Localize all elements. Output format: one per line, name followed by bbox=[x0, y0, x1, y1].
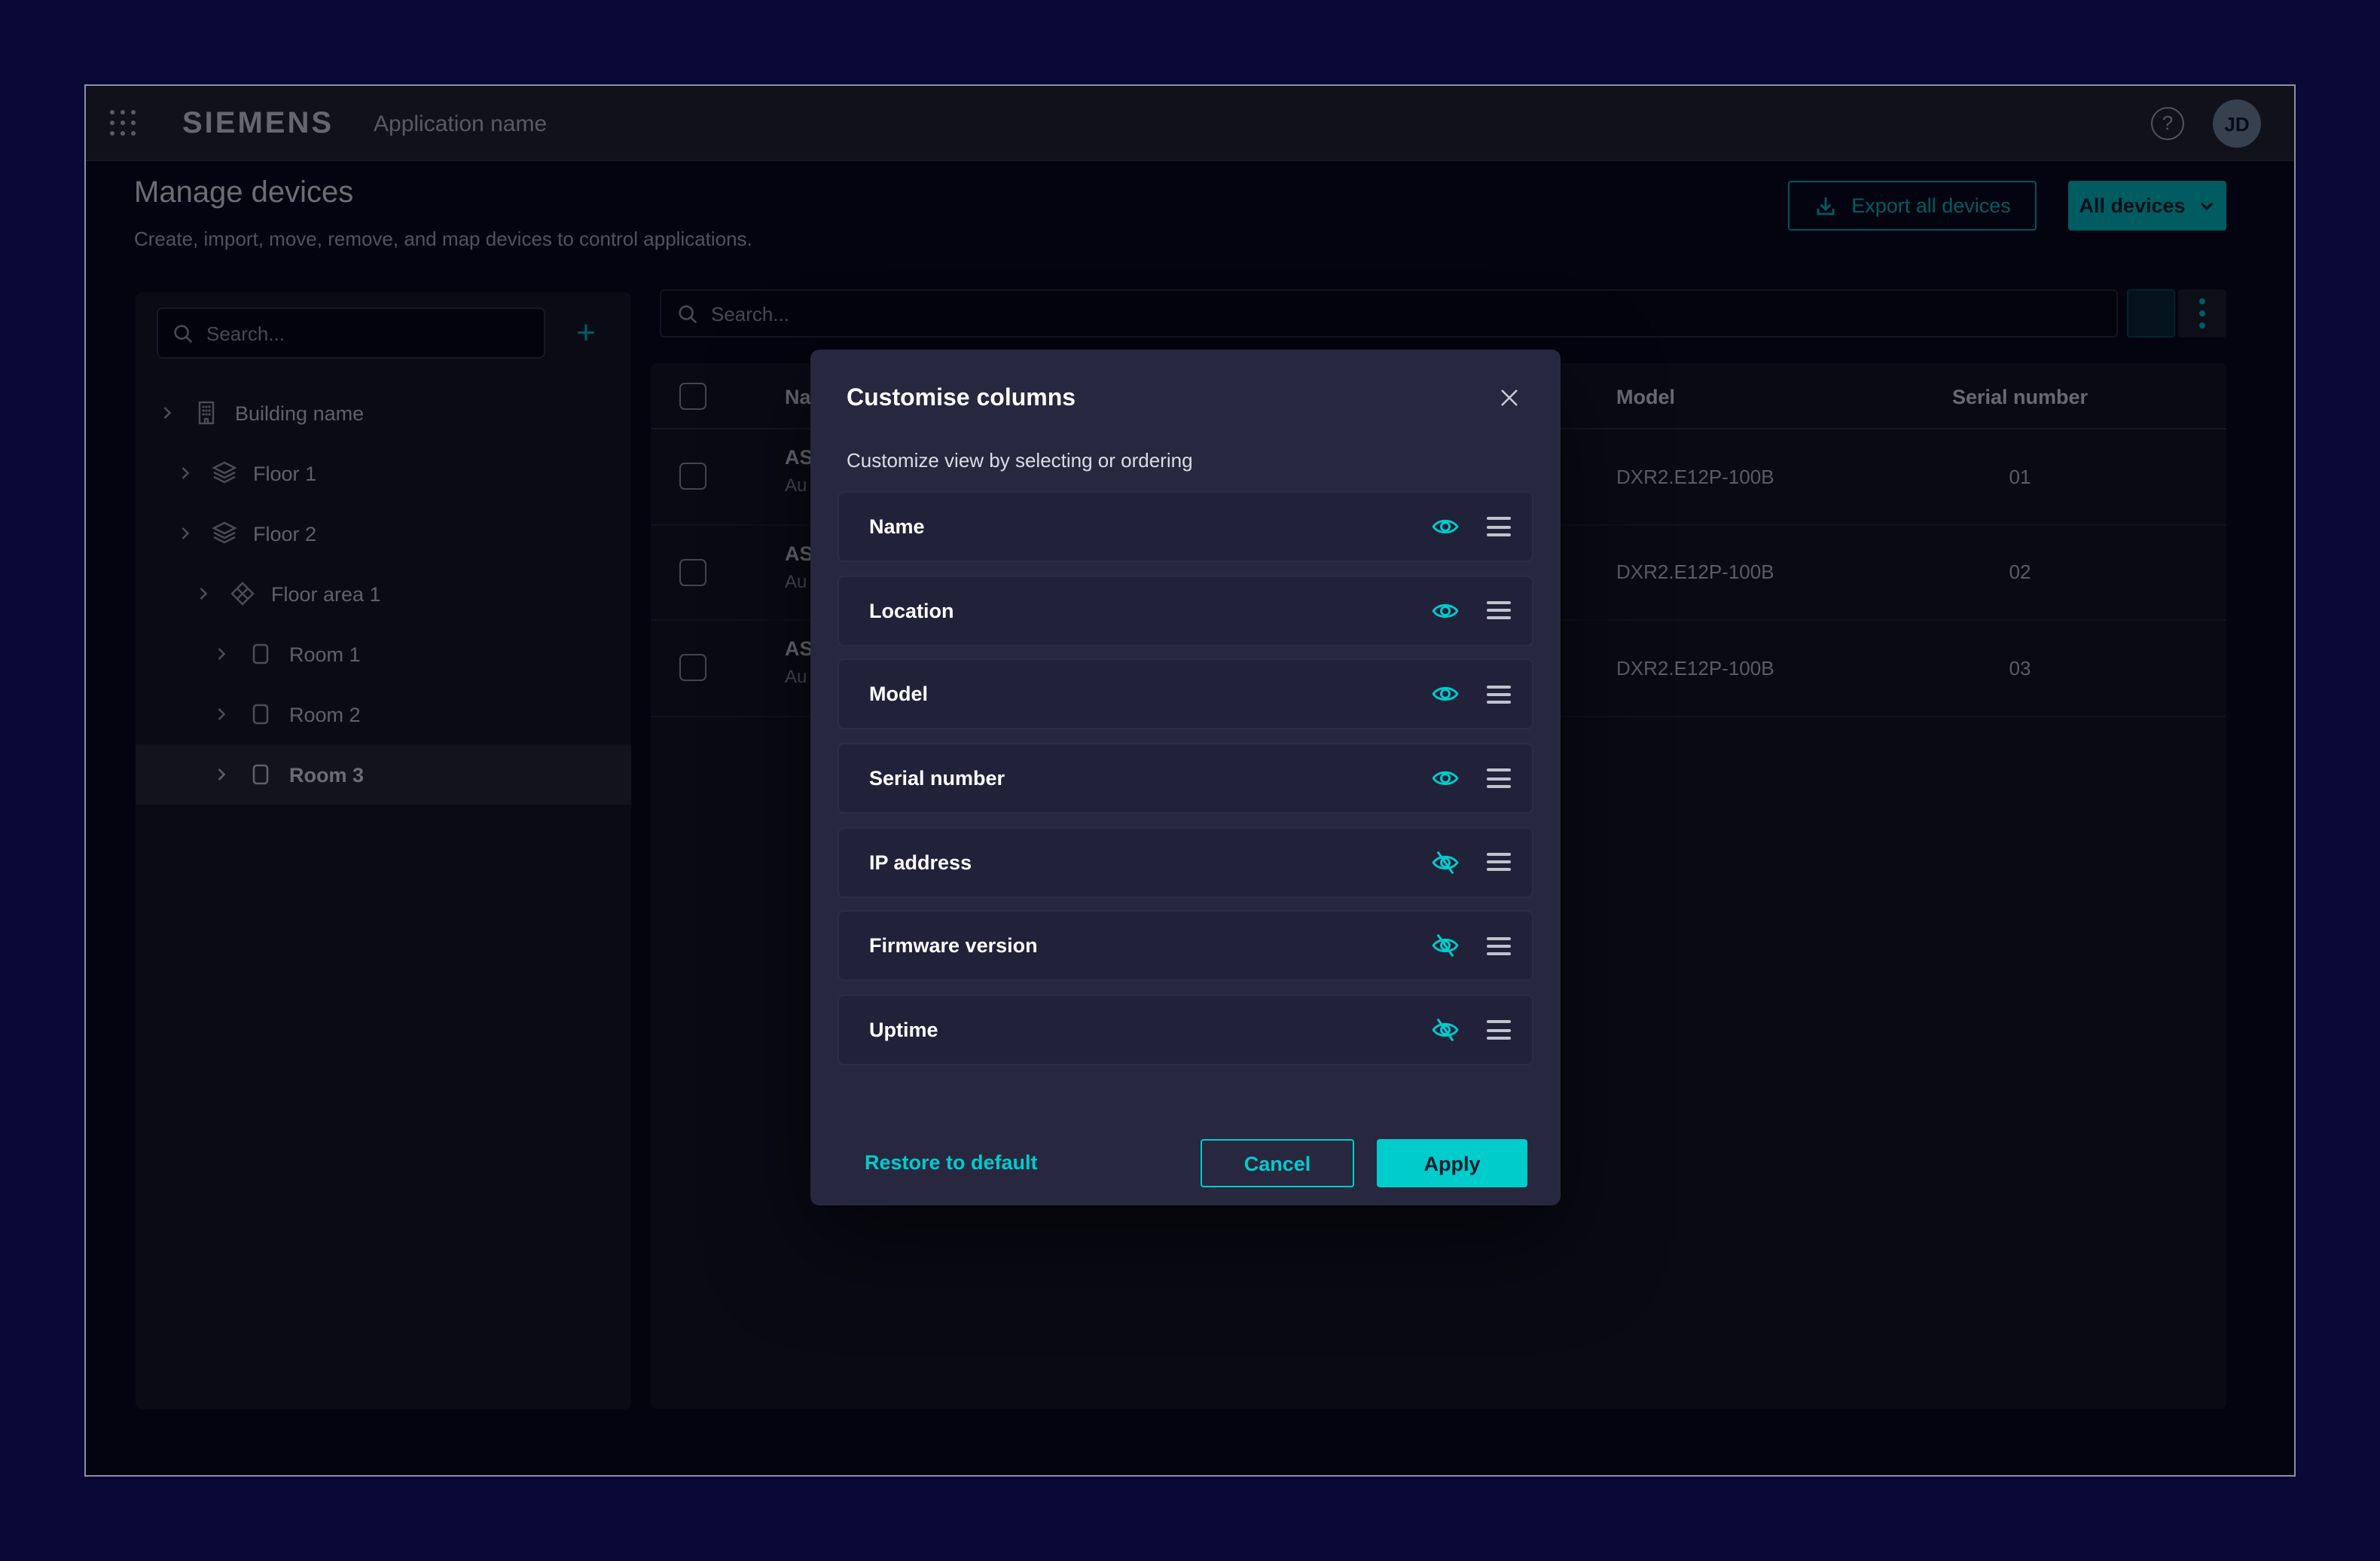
column-item-name[interactable]: Name bbox=[838, 491, 1533, 562]
eye-off-icon[interactable] bbox=[1430, 1015, 1460, 1045]
drag-handle-icon[interactable] bbox=[1487, 685, 1511, 704]
drag-handle-icon[interactable] bbox=[1487, 769, 1511, 788]
drag-handle-icon[interactable] bbox=[1487, 937, 1511, 956]
column-item-model[interactable]: Model bbox=[838, 659, 1533, 730]
close-icon[interactable] bbox=[1485, 374, 1533, 422]
column-item-location[interactable]: Location bbox=[838, 575, 1533, 646]
apply-button[interactable]: Apply bbox=[1377, 1139, 1527, 1187]
column-item-ip-address[interactable]: IP address bbox=[838, 827, 1533, 898]
drag-handle-icon[interactable] bbox=[1487, 518, 1511, 536]
dialog-subtitle: Customize view by selecting or ordering bbox=[847, 449, 1193, 472]
drag-handle-icon[interactable] bbox=[1487, 853, 1511, 872]
eye-icon[interactable] bbox=[1430, 680, 1460, 710]
design-canvas: SIEMENS Application name ? JD Manage dev… bbox=[0, 0, 2380, 1561]
dialog-title: Customise columns bbox=[847, 386, 1076, 413]
eye-icon[interactable] bbox=[1430, 512, 1460, 542]
dialog-footer: Restore to default Cancel Apply bbox=[810, 1139, 1561, 1187]
eye-icon[interactable] bbox=[1430, 763, 1460, 793]
eye-off-icon[interactable] bbox=[1430, 848, 1460, 878]
eye-off-icon[interactable] bbox=[1430, 931, 1460, 961]
column-list: Name Location bbox=[838, 491, 1533, 1065]
column-item-serial-number[interactable]: Serial number bbox=[838, 743, 1533, 814]
restore-to-default-button[interactable]: Restore to default bbox=[865, 1139, 1038, 1187]
column-item-firmware-version[interactable]: Firmware version bbox=[838, 911, 1533, 982]
customise-columns-dialog: Customise columns Customize view by sele… bbox=[810, 350, 1561, 1205]
eye-icon[interactable] bbox=[1430, 595, 1460, 625]
drag-handle-icon[interactable] bbox=[1487, 1021, 1511, 1040]
column-item-uptime[interactable]: Uptime bbox=[838, 994, 1533, 1065]
cancel-button[interactable]: Cancel bbox=[1201, 1139, 1354, 1187]
drag-handle-icon[interactable] bbox=[1487, 601, 1511, 620]
